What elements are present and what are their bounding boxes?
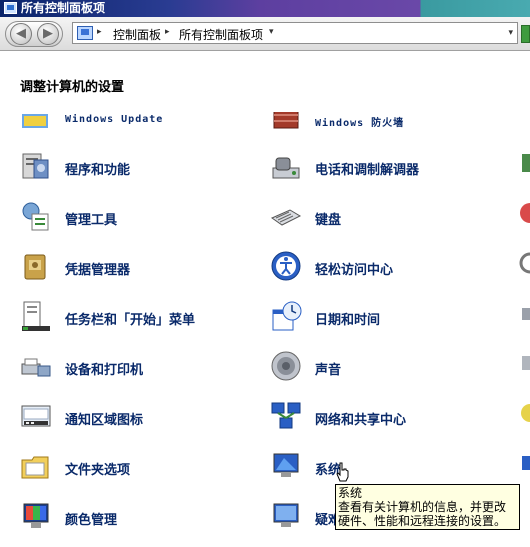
item-label: 日期和时间 <box>315 313 381 328</box>
item-devices-printers[interactable]: 设备和打印机 <box>20 350 255 384</box>
partial-icon[interactable] <box>518 450 530 476</box>
item-keyboard[interactable]: 键盘 <box>270 200 505 234</box>
partial-icon[interactable] <box>518 200 530 226</box>
item-label: 通知区域图标 <box>65 413 144 428</box>
item-date-time[interactable]: 日期和时间 <box>270 300 505 334</box>
item-label: Windows 防火墙 <box>315 118 405 129</box>
notification-area-icon <box>21 405 51 427</box>
item-label: 程序和功能 <box>65 163 131 178</box>
hand-cursor-icon <box>336 462 349 482</box>
forward-button[interactable]: ▶ <box>37 23 59 45</box>
address-dropdown-icon[interactable]: ▾ <box>508 28 513 38</box>
item-label: 任务栏和「开始」菜单 <box>65 313 196 328</box>
item-windows-update[interactable]: Windows Update <box>20 112 255 130</box>
keyboard-icon <box>270 209 302 226</box>
partial-icon[interactable] <box>518 250 530 276</box>
tooltip-body: 查看有关计算机的信息，并更改硬件、性能和远程连接的设置。 <box>338 500 507 528</box>
breadcrumb-dropdown-icon[interactable]: ▾ <box>269 27 274 37</box>
item-label: Windows Update <box>65 114 164 125</box>
item-label: 颜色管理 <box>65 513 118 528</box>
taskbar-start-icon <box>22 301 50 331</box>
page-title: 调整计算机的设置 <box>20 80 125 95</box>
folder-options-icon <box>21 456 49 479</box>
navigation-bar: ◀ ▶ ▸ 控制面板 ▸ 所有控制面板项 ▾ ▾ <box>0 17 530 51</box>
partial-icon[interactable] <box>518 350 530 376</box>
credential-manager-icon <box>24 254 46 280</box>
item-label: 设备和打印机 <box>65 363 144 378</box>
breadcrumb-control-panel[interactable]: 控制面板 <box>113 26 161 43</box>
phone-modem-icon <box>272 157 300 179</box>
back-button[interactable]: ◀ <box>10 23 32 45</box>
item-taskbar-start[interactable]: 任务栏和「开始」菜单 <box>20 300 255 334</box>
control-panel-icon <box>4 2 17 14</box>
item-label: 轻松访问中心 <box>315 263 394 278</box>
item-system[interactable]: 系统 <box>270 450 505 484</box>
item-programs-features[interactable]: 程序和功能 <box>20 150 255 184</box>
firewall-icon <box>273 112 299 129</box>
item-label: 声音 <box>315 363 342 378</box>
item-label: 网络和共享中心 <box>315 413 407 428</box>
item-label: 键盘 <box>315 213 342 228</box>
item-firewall[interactable]: Windows 防火墙 <box>270 112 505 130</box>
item-label: 凭据管理器 <box>65 263 131 278</box>
admin-tools-icon <box>22 202 49 231</box>
breadcrumb-all-items[interactable]: 所有控制面板项 <box>179 26 263 43</box>
address-bar[interactable]: ▸ 控制面板 ▸ 所有控制面板项 ▾ ▾ <box>72 22 518 44</box>
item-label: 管理工具 <box>65 213 118 228</box>
system-icon <box>273 453 299 477</box>
ease-of-access-icon <box>271 251 301 281</box>
window-title: 所有控制面板项 <box>21 1 106 15</box>
tooltip-title: 系统 <box>338 486 363 500</box>
partial-icon[interactable] <box>518 400 530 426</box>
item-admin-tools[interactable]: 管理工具 <box>20 200 255 234</box>
tooltip: 系统 查看有关计算机的信息，并更改硬件、性能和远程连接的设置。 <box>335 484 520 530</box>
programs-features-icon <box>22 153 49 179</box>
breadcrumb-arrow-icon[interactable]: ▸ <box>165 27 170 37</box>
item-network-sharing[interactable]: 网络和共享中心 <box>270 400 505 434</box>
item-label: 文件夹选项 <box>65 463 131 478</box>
refresh-icon[interactable] <box>521 25 530 43</box>
color-management-icon <box>23 503 49 528</box>
partial-icon[interactable] <box>518 300 530 326</box>
windows-update-icon <box>22 114 48 128</box>
control-panel-icon <box>77 26 93 40</box>
item-folder-options[interactable]: 文件夹选项 <box>20 450 255 484</box>
item-sound[interactable]: 声音 <box>270 350 505 384</box>
network-sharing-icon <box>271 402 301 429</box>
nav-buttons: ◀ ▶ <box>5 21 63 47</box>
sound-icon <box>271 351 301 381</box>
item-ease-of-access[interactable]: 轻松访问中心 <box>270 250 505 284</box>
troubleshooting-icon <box>273 503 299 527</box>
breadcrumb-arrow-icon[interactable]: ▸ <box>97 27 102 37</box>
item-notification-area[interactable]: 通知区域图标 <box>20 400 255 434</box>
date-time-icon <box>272 301 302 331</box>
item-credential-manager[interactable]: 凭据管理器 <box>20 250 255 284</box>
devices-printers-icon <box>21 358 51 377</box>
item-label: 电话和调制解调器 <box>315 163 420 178</box>
partial-icon[interactable] <box>518 150 530 176</box>
title-bar[interactable]: 所有控制面板项 <box>0 0 530 17</box>
item-color-management[interactable]: 颜色管理 <box>20 500 255 534</box>
item-phone-modem[interactable]: 电话和调制解调器 <box>270 150 505 184</box>
